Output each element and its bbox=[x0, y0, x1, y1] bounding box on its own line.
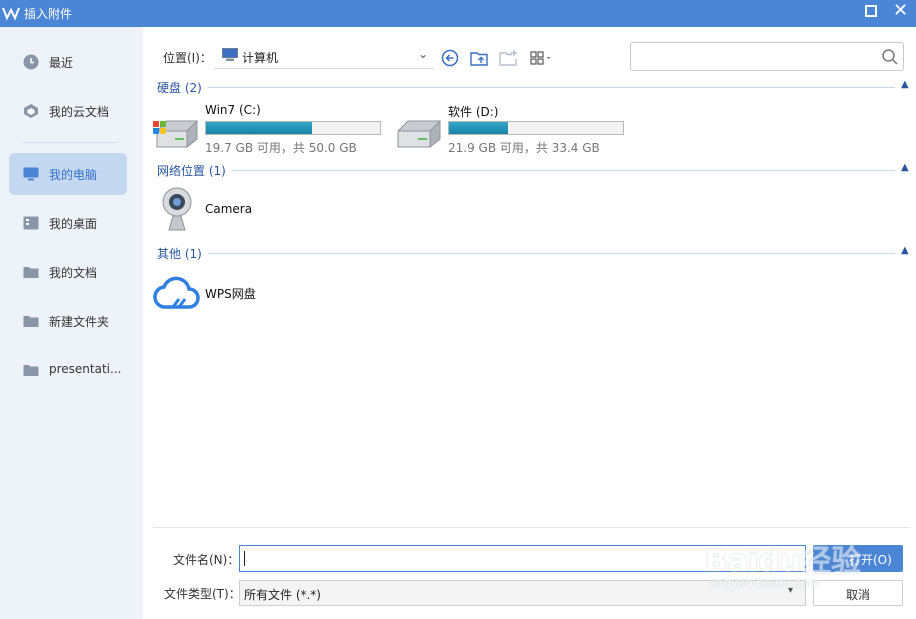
drive-name: Win7 (C:) bbox=[205, 103, 261, 117]
filetype-label: 文件类型(T)： bbox=[164, 587, 241, 601]
watermark: Baidu经验 jingyan.baidu.com bbox=[705, 530, 885, 600]
hard-drive-icon bbox=[397, 119, 441, 149]
drive-usage-bar bbox=[448, 121, 624, 135]
network-item-camera[interactable]: Camera bbox=[153, 186, 353, 234]
item-name: WPS网盘 bbox=[205, 287, 256, 301]
footer-divider bbox=[153, 527, 910, 528]
collapse-icon[interactable]: ▲ bbox=[901, 245, 909, 256]
sidebar-item-recent[interactable]: 最近 bbox=[9, 41, 127, 83]
item-name: Camera bbox=[205, 202, 253, 216]
up-folder-icon[interactable] bbox=[469, 48, 489, 68]
group-header-other: 其他 (1) ▲ bbox=[157, 245, 912, 262]
sidebar-item-label: 我的桌面 bbox=[49, 217, 98, 231]
filename-label: 文件名(N)： bbox=[173, 553, 240, 567]
maximize-icon[interactable] bbox=[865, 5, 877, 17]
location-dropdown[interactable]: 计算机 ⌄ bbox=[214, 45, 434, 69]
sidebar-divider bbox=[22, 142, 118, 143]
drive-c[interactable]: Win7 (C:) 19.7 GB 可用，共 50.0 GB bbox=[153, 103, 393, 155]
sidebar-item-label: 最近 bbox=[49, 56, 74, 70]
filetype-value: 所有文件 (*.*) bbox=[244, 588, 321, 602]
drive-info: 19.7 GB 可用，共 50.0 GB bbox=[205, 141, 357, 155]
close-icon[interactable]: ✕ bbox=[893, 1, 908, 21]
drive-info: 21.9 GB 可用，共 33.4 GB bbox=[448, 141, 600, 155]
group-divider bbox=[157, 253, 895, 254]
group-header-network: 网络位置 (1) ▲ bbox=[157, 162, 912, 179]
cloud-doc-icon bbox=[24, 104, 38, 118]
folder-icon bbox=[23, 267, 39, 278]
drive-usage-bar bbox=[205, 121, 381, 135]
sidebar-item-desktop[interactable]: 我的桌面 bbox=[9, 202, 127, 244]
other-item-wps-drive[interactable]: WPS网盘 bbox=[153, 269, 353, 317]
sidebar-item-label: 新建文件夹 bbox=[49, 315, 110, 329]
chevron-down-icon: ⌄ bbox=[418, 47, 429, 61]
collapse-icon[interactable]: ▲ bbox=[901, 162, 909, 173]
new-folder-icon[interactable] bbox=[498, 48, 518, 68]
collapse-icon[interactable]: ▲ bbox=[901, 79, 909, 90]
location-label: 位置(I)： bbox=[163, 51, 212, 65]
group-title: 其他 (1) bbox=[157, 245, 208, 262]
back-icon[interactable] bbox=[440, 48, 460, 68]
drive-usage-fill bbox=[449, 122, 509, 134]
sidebar-item-new-folder[interactable]: 新建文件夹 bbox=[9, 300, 127, 342]
group-header-drives: 硬盘 (2) ▲ bbox=[157, 79, 912, 96]
sidebar-item-presentation[interactable]: presentati... bbox=[9, 349, 127, 391]
folder-icon bbox=[23, 365, 39, 376]
computer-icon bbox=[222, 48, 238, 61]
group-divider bbox=[157, 170, 895, 171]
search-input[interactable] bbox=[630, 42, 904, 71]
group-divider bbox=[157, 87, 895, 88]
watermark-url: jingyan.baidu.com bbox=[709, 576, 820, 590]
folder-icon bbox=[23, 316, 39, 327]
view-mode-icon[interactable] bbox=[529, 48, 555, 68]
computer-icon bbox=[23, 167, 39, 181]
drive-usage-fill bbox=[206, 122, 313, 134]
search-icon[interactable] bbox=[881, 48, 899, 66]
location-value: 计算机 bbox=[242, 51, 279, 65]
sidebar-item-label: presentati... bbox=[49, 362, 122, 376]
window-title: 插入附件 bbox=[24, 7, 73, 21]
sidebar-item-label: 我的电脑 bbox=[49, 168, 98, 182]
drive-d[interactable]: 软件 (D:) 21.9 GB 可用，共 33.4 GB bbox=[396, 103, 636, 155]
text-caret bbox=[244, 551, 245, 566]
hard-drive-windows-icon bbox=[153, 119, 198, 149]
sidebar: 最近 我的云文档 我的电脑 我的桌面 我的文档 新建文件夹 presentati… bbox=[0, 27, 143, 619]
sidebar-item-cloud-docs[interactable]: 我的云文档 bbox=[9, 90, 127, 132]
clock-icon bbox=[23, 54, 39, 70]
sidebar-item-my-computer[interactable]: 我的电脑 bbox=[9, 153, 127, 195]
sidebar-item-my-documents[interactable]: 我的文档 bbox=[9, 251, 127, 293]
cloud-drive-icon bbox=[153, 276, 200, 309]
drive-name: 软件 (D:) bbox=[448, 105, 499, 119]
group-title: 网络位置 (1) bbox=[157, 162, 232, 179]
watermark-text: Baidu经验 bbox=[705, 544, 862, 579]
sidebar-item-label: 我的云文档 bbox=[49, 105, 110, 119]
title-bar: 插入附件 ✕ bbox=[0, 0, 916, 27]
wps-logo-icon bbox=[2, 7, 20, 21]
group-title: 硬盘 (2) bbox=[157, 79, 208, 96]
webcam-icon bbox=[162, 187, 192, 231]
sidebar-item-label: 我的文档 bbox=[49, 266, 98, 280]
desktop-icon bbox=[23, 216, 39, 230]
